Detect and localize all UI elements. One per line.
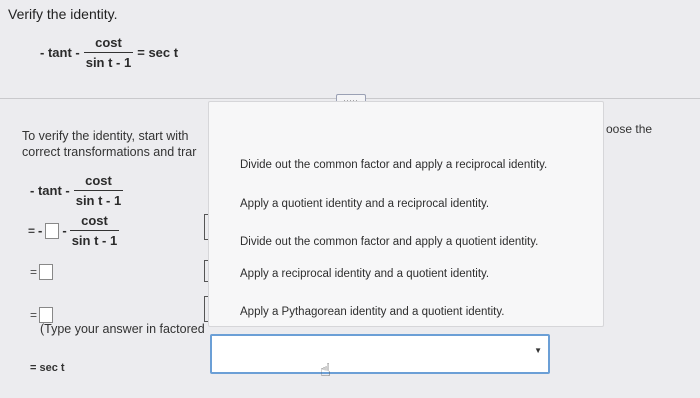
page: Verify the identity. - tant - cost sin t… [0,0,700,398]
dropdown-option-4[interactable]: Apply a reciprocal identity and a quotie… [240,268,489,280]
work-fraction-2: cost sin t - 1 [69,213,120,247]
instruction-line-2: correct transformations and trar [22,145,197,159]
work-numerator-1: cost [85,173,112,188]
work-fraction-1: cost sin t - 1 [73,173,124,207]
answer-box-1[interactable] [45,222,60,239]
problem-fraction: cost sin t - 1 [83,35,134,69]
transformation-select[interactable]: ▼ [210,334,550,374]
instruction-line-1: To verify the identity, start with [22,129,189,143]
problem-header: Verify the identity. [8,6,118,22]
row2-minus-1: - [38,223,43,238]
problem-numerator: cost [95,35,122,50]
transformation-dropdown-menu: Divide out the common factor and apply a… [208,101,604,327]
work-equation-row-4: = [30,307,54,323]
instruction-text: To verify the identity, start with corre… [22,128,196,160]
work-denominator-2: sin t - 1 [69,230,120,247]
hand-pointer-icon: ☝ [320,360,331,380]
row3-equals: = [30,265,38,279]
dropdown-option-5[interactable]: Apply a Pythagorean identity and a quoti… [240,306,504,318]
row2-equals: = [28,223,36,238]
answer-box-2[interactable] [39,264,54,280]
work-equation-row-1: - tant - cost sin t - 1 [30,173,124,207]
instruction-fragment: oose the [606,122,653,136]
dropdown-option-1[interactable]: Divide out the common factor and apply a… [240,159,547,171]
work-equation-row-2: = - - cost sin t - 1 [28,213,120,247]
problem-rhs: = sec t [137,45,179,60]
problem-equation: - tant - cost sin t - 1 = sec t [40,36,178,69]
caret-down-icon[interactable]: ▼ [534,346,542,355]
dropdown-option-3[interactable]: Divide out the common factor and apply a… [240,236,538,248]
row2-minus-2: - [62,223,67,238]
final-equation: = sec t [30,362,65,374]
answer-format-note: (Type your answer in factored [40,322,205,336]
dropdown-option-2[interactable]: Apply a quotient identity and a reciproc… [240,198,489,210]
row4-equals: = [30,308,38,322]
problem-denominator: sin t - 1 [83,52,134,69]
work-numerator-2: cost [81,213,108,228]
work-lhs-prefix: - tant - [30,183,70,198]
work-denominator-1: sin t - 1 [73,190,124,207]
work-equation-row-3: = [30,264,54,280]
problem-lhs-prefix: - tant - [40,45,80,60]
answer-box-3[interactable] [39,307,54,323]
